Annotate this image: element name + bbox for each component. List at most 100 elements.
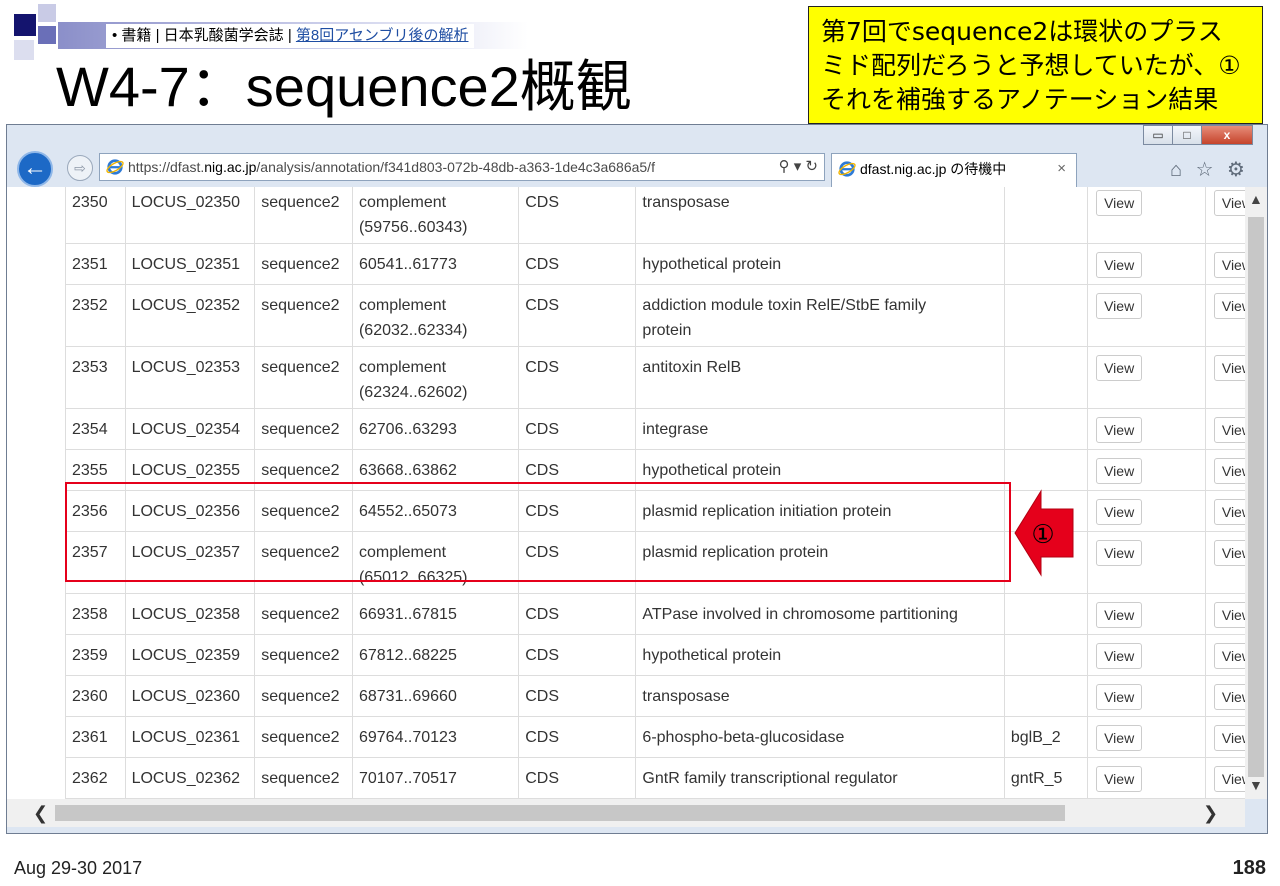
- forward-arrow-icon[interactable]: ⇨: [67, 155, 93, 181]
- vertical-scroll-thumb[interactable]: [1248, 217, 1264, 777]
- product-line: hypothetical protein: [642, 647, 782, 664]
- scroll-left-icon[interactable]: ❮: [33, 803, 48, 824]
- view-button[interactable]: View: [1096, 417, 1143, 443]
- close-window-button[interactable]: x: [1201, 125, 1253, 145]
- tab-close-icon[interactable]: ×: [1057, 154, 1066, 184]
- locus-cell: LOCUS_02350: [124, 187, 256, 244]
- locus-cell: LOCUS_02352: [124, 284, 256, 347]
- horizontal-scrollbar[interactable]: ❮ ❯: [7, 799, 1245, 827]
- product-cell: hypothetical protein: [635, 449, 1005, 491]
- location-line: 63668..63862: [358, 462, 457, 479]
- product-cell: transposase: [635, 187, 1005, 244]
- type-cell: CDS: [518, 408, 637, 450]
- location-cell: 67812..68225: [351, 634, 520, 676]
- type-cell: CDS: [518, 675, 637, 717]
- num-cell: 2356: [65, 490, 126, 532]
- sequence-cell: sequence2: [254, 187, 353, 244]
- vertical-scrollbar[interactable]: ▲ ▼: [1245, 187, 1267, 799]
- location-cell: 60541..61773: [351, 243, 520, 285]
- home-favorites-settings-icons[interactable]: ⌂ ☆ ⚙: [1170, 157, 1249, 182]
- product-line: addiction module toxin RelE/StbE family: [642, 297, 927, 314]
- table-row: 2353 LOCUS_02353 sequence2 complement (62324…: [65, 346, 1267, 409]
- view-button[interactable]: View: [1096, 684, 1143, 710]
- num-cell: 2355: [65, 449, 126, 491]
- tab-title: dfast.nig.ac.jp の待機中: [860, 161, 1007, 177]
- slide-title: W4-7：sequence2概観: [56, 55, 632, 118]
- minimize-button[interactable]: ▭: [1143, 125, 1173, 145]
- location-line: 68731..69660: [358, 688, 457, 705]
- location-cell: 62706..63293: [351, 408, 520, 450]
- sequence-cell: sequence2: [254, 408, 353, 450]
- type-cell: CDS: [518, 531, 637, 594]
- locus-cell: LOCUS_02351: [124, 243, 256, 285]
- type-cell: CDS: [518, 634, 637, 676]
- view-button[interactable]: View: [1096, 458, 1143, 484]
- view-button[interactable]: View: [1096, 540, 1143, 566]
- view-cell: View: [1087, 757, 1206, 799]
- num-cell: 2350: [65, 187, 126, 244]
- locus-cell: LOCUS_02358: [124, 593, 256, 635]
- location-line: 64552..65073: [358, 503, 457, 520]
- product-line: GntR family transcriptional regulator: [642, 770, 898, 787]
- left-gutter: [7, 187, 65, 799]
- view-cell: View: [1087, 284, 1206, 347]
- view-button[interactable]: View: [1096, 252, 1143, 278]
- scroll-down-icon[interactable]: ▼: [1249, 777, 1263, 793]
- scroll-right-icon[interactable]: ❯: [1203, 803, 1218, 824]
- breadcrumb-link[interactable]: 第8回アセンブリ後の解析: [296, 27, 469, 44]
- num-cell: 2360: [65, 675, 126, 717]
- location-cell: 69764..70123: [351, 716, 520, 758]
- type-cell: CDS: [518, 593, 637, 635]
- view-button[interactable]: View: [1096, 190, 1143, 216]
- location-line: complement: [358, 544, 447, 561]
- product-cell: ATPase involved in chromosome partitioni…: [635, 593, 1005, 635]
- table-row: 2355 LOCUS_02355 sequence2 63668..63862 CDS h…: [65, 449, 1267, 491]
- horizontal-scroll-thumb[interactable]: [55, 805, 1065, 821]
- view-button[interactable]: View: [1096, 766, 1143, 792]
- scroll-up-icon[interactable]: ▲: [1249, 191, 1263, 207]
- sequence-cell: sequence2: [254, 449, 353, 491]
- gene-cell: [1003, 408, 1089, 450]
- ie-logo-icon: [838, 161, 856, 177]
- address-bar[interactable]: https://dfast.nig.ac.jp/analysis/annotat…: [99, 153, 825, 181]
- product-cell: hypothetical protein: [635, 634, 1005, 676]
- browser-toolbar: ← ⇨ https://dfast.nig.ac.jp/analysis/ann…: [7, 147, 1267, 187]
- product-cell: GntR family transcriptional regulator: [635, 757, 1005, 799]
- location-cell: complement (65012..66325): [351, 531, 520, 594]
- location-cell: complement (62032..62334): [351, 284, 520, 347]
- locus-cell: LOCUS_02353: [124, 346, 256, 409]
- location-line: (62324..62602): [358, 384, 468, 401]
- tab-dfast[interactable]: dfast.nig.ac.jp の待機中 ×: [831, 153, 1077, 187]
- page-content: 2350 LOCUS_02350 sequence2 complement (59756…: [7, 187, 1267, 799]
- sequence-cell: sequence2: [254, 593, 353, 635]
- breadcrumb-prefix: • 書籍 | 日本乳酸菌学会誌 |: [112, 27, 296, 44]
- gene-cell: [1003, 243, 1089, 285]
- decor-square-light: [38, 4, 56, 22]
- maximize-button[interactable]: □: [1172, 125, 1202, 145]
- address-search-refresh-icons[interactable]: ⚲ ▾ ↻: [772, 154, 818, 180]
- product-cell: transposase: [635, 675, 1005, 717]
- gene-cell: [1003, 187, 1089, 244]
- view-button[interactable]: View: [1096, 602, 1143, 628]
- callout-line: ミド配列だろうと予想していたが、①: [821, 51, 1241, 80]
- location-line: (65012..66325): [358, 569, 468, 586]
- view-button[interactable]: View: [1096, 499, 1143, 525]
- view-button[interactable]: View: [1096, 293, 1143, 319]
- num-cell: 2353: [65, 346, 126, 409]
- decor-square-mid: [38, 26, 56, 44]
- sequence-cell: sequence2: [254, 716, 353, 758]
- view-cell: View: [1087, 716, 1206, 758]
- view-cell: View: [1087, 531, 1206, 594]
- location-cell: complement (62324..62602): [351, 346, 520, 409]
- view-button[interactable]: View: [1096, 725, 1143, 751]
- table-row: 2359 LOCUS_02359 sequence2 67812..68225 CDS h…: [65, 634, 1267, 676]
- callout-line: それを補強するアノテーション結果: [821, 85, 1219, 114]
- table-row: 2362 LOCUS_02362 sequence2 70107..70517 CDS G…: [65, 757, 1267, 799]
- back-arrow-icon[interactable]: ←: [17, 151, 53, 187]
- type-cell: CDS: [518, 243, 637, 285]
- table-row: 2360 LOCUS_02360 sequence2 68731..69660 CDS t…: [65, 675, 1267, 717]
- type-cell: CDS: [518, 284, 637, 347]
- view-button[interactable]: View: [1096, 643, 1143, 669]
- location-cell: 68731..69660: [351, 675, 520, 717]
- view-button[interactable]: View: [1096, 355, 1143, 381]
